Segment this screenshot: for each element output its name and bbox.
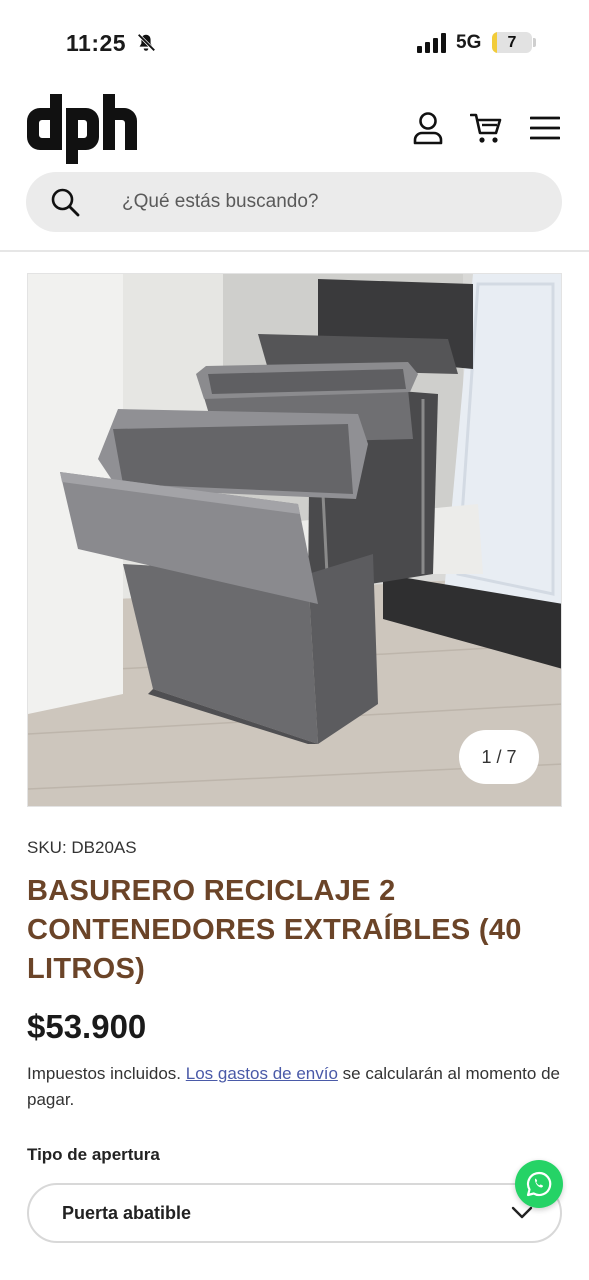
selected-option: Puerta abatible	[62, 1203, 192, 1223]
whatsapp-button[interactable]	[515, 1160, 563, 1208]
option-label: Tipo de apertura	[27, 1145, 160, 1164]
battery-level: 7	[507, 34, 517, 51]
product-image[interactable]	[27, 273, 562, 807]
image-counter: 1 / 7	[459, 730, 539, 784]
product-title: BASURERO RECICLAJE 2 CONTENEDORES EXTRAÍ…	[27, 875, 522, 985]
status-time: 11:25	[66, 30, 127, 56]
product-price: $53.900	[27, 1008, 147, 1045]
bell-slash-icon	[137, 33, 156, 52]
shipping-link[interactable]: Los gastos de envío	[186, 1064, 338, 1083]
menu-icon[interactable]	[528, 110, 562, 146]
tax-note-prefix: Impuestos incluidos.	[27, 1064, 186, 1083]
dph-logo[interactable]: dph	[26, 90, 150, 166]
status-bar: 11:25 5G 7	[0, 0, 589, 88]
account-icon[interactable]	[411, 110, 445, 146]
header-divider	[0, 250, 589, 252]
search-bar[interactable]	[26, 172, 562, 232]
tax-note: Impuestos incluidos. Los gastos de envío…	[27, 1061, 567, 1113]
search-input[interactable]	[122, 172, 542, 232]
network-label: 5G	[456, 32, 482, 53]
search-icon[interactable]	[50, 187, 80, 217]
signal-icon	[417, 33, 446, 53]
product-sku: SKU: DB20AS	[27, 838, 137, 857]
chevron-down-icon	[511, 1206, 533, 1219]
battery-icon: 7	[492, 32, 532, 53]
opening-type-select[interactable]: Puerta abatible	[27, 1183, 562, 1243]
cart-icon[interactable]	[469, 110, 503, 146]
battery-tip	[533, 38, 536, 47]
whatsapp-icon	[526, 1171, 552, 1197]
